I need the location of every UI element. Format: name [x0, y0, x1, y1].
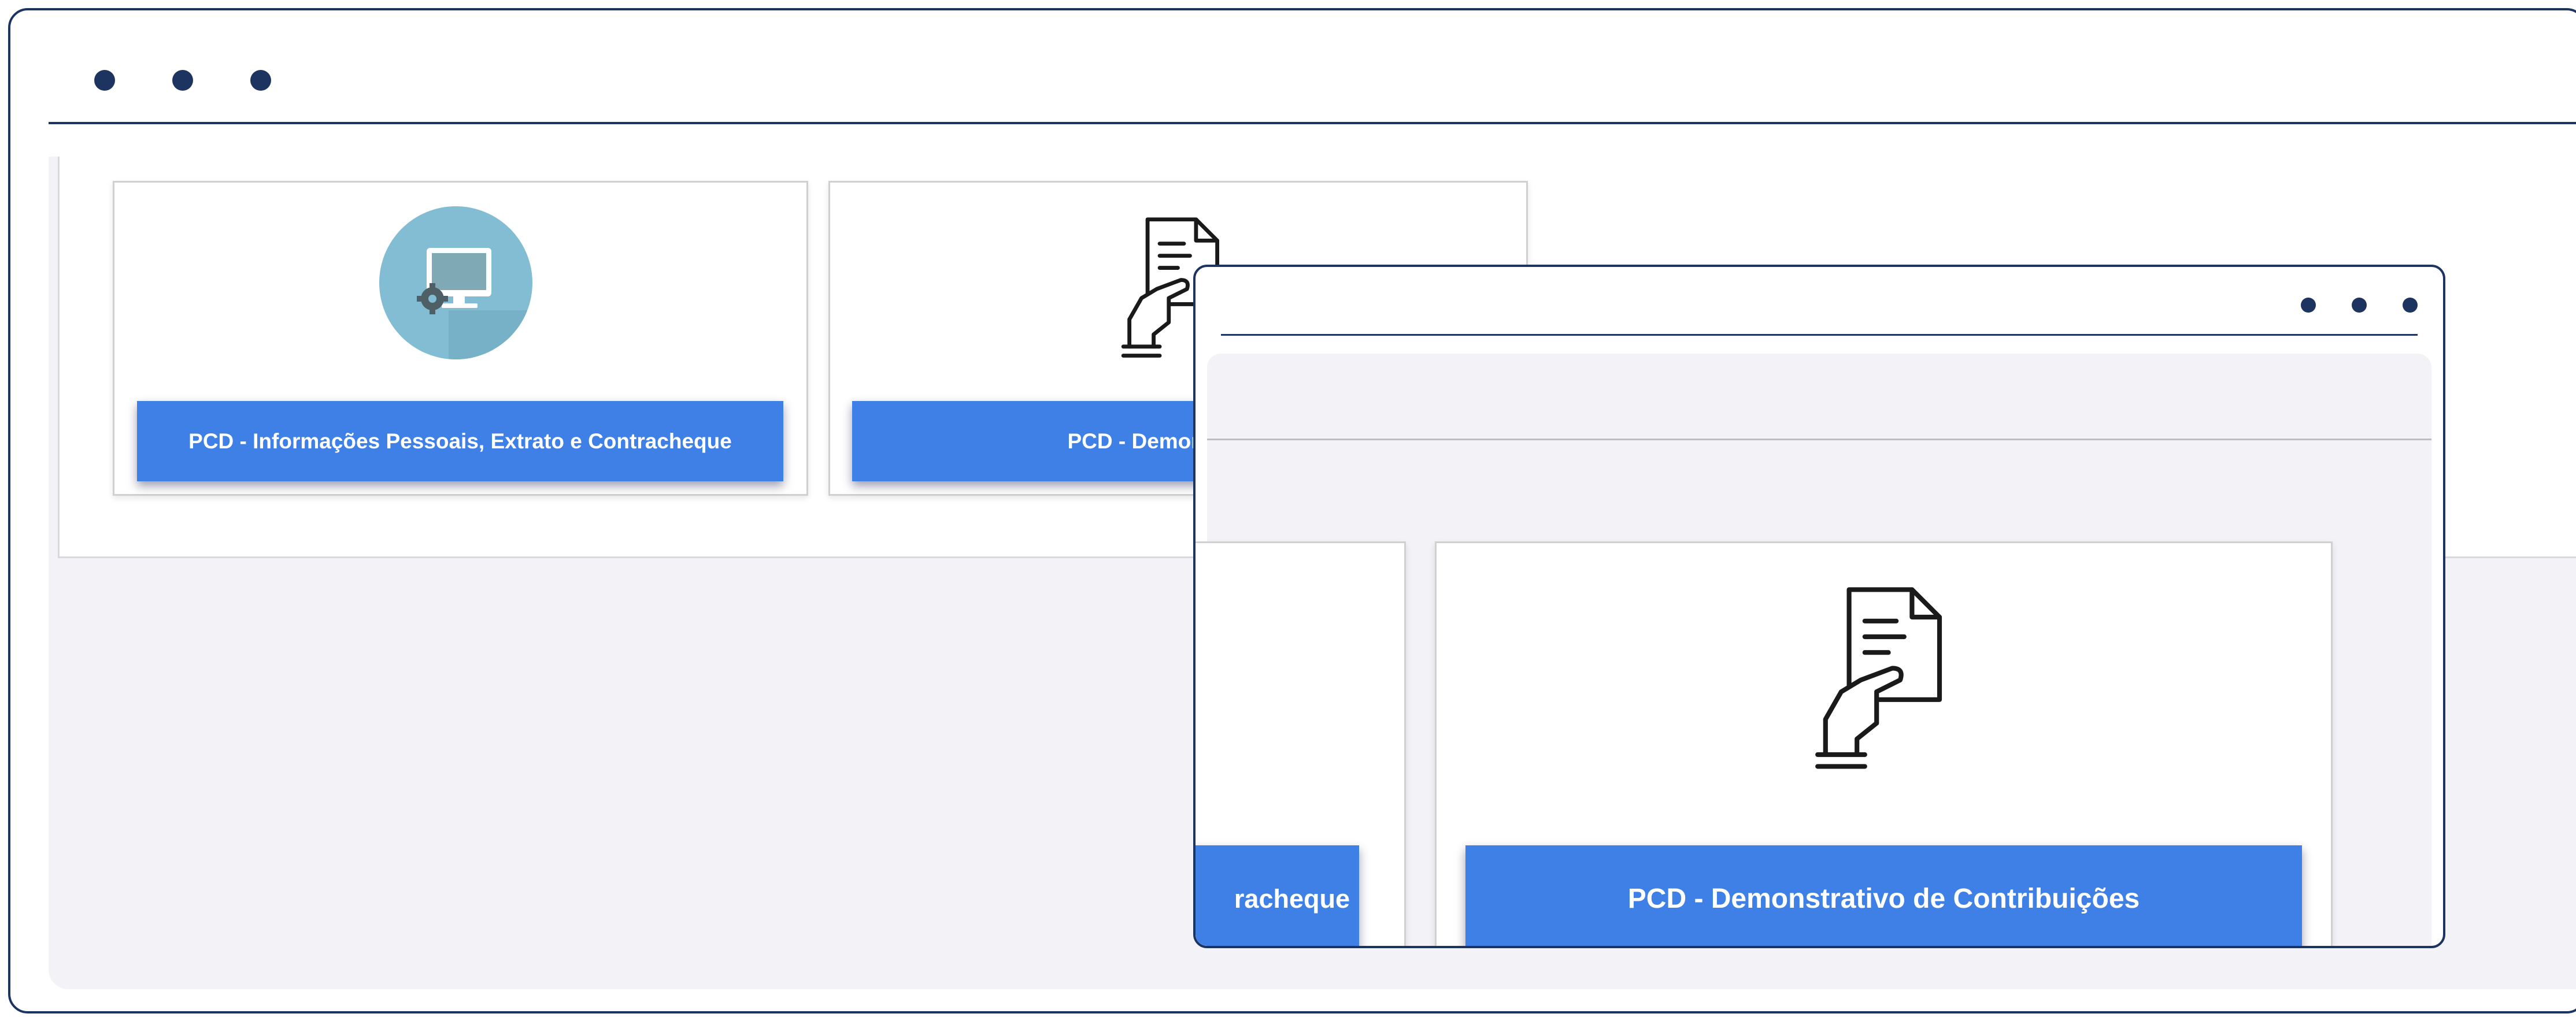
card-personal-info: PCD - Informações Pessoais, Extrato e Co…: [113, 181, 808, 496]
title-divider: [49, 122, 2576, 124]
zoom-header-bar: [1207, 354, 2431, 440]
contributions-button[interactable]: PCD - Demonstrativo de Contribuições: [1465, 845, 2302, 946]
zoom-window-dot-3[interactable]: [2403, 298, 2418, 313]
window-dot-3[interactable]: [250, 70, 271, 91]
window-dot-1[interactable]: [94, 70, 115, 91]
zoom-title-divider: [1221, 334, 2418, 336]
personal-info-button[interactable]: PCD - Informações Pessoais, Extrato e Co…: [137, 401, 783, 481]
zoom-window-controls: [2301, 298, 2418, 313]
window-dot-2[interactable]: [172, 70, 193, 91]
personal-info-button-zoomed[interactable]: racheque: [1196, 845, 1359, 946]
zoom-window: racheque PCD - Demonstrativo de Contribu…: [1193, 265, 2445, 948]
card-personal-info-zoomed: racheque: [1196, 541, 1406, 946]
document-hand-icon: [1782, 578, 1979, 774]
window-controls: [94, 70, 271, 91]
computer-settings-icon: [379, 206, 532, 359]
card-contributions: PCD - Demonstrativo de Contribuições: [1435, 541, 2333, 946]
zoom-window-dot-2[interactable]: [2352, 298, 2367, 313]
zoom-window-dot-1[interactable]: [2301, 298, 2316, 313]
